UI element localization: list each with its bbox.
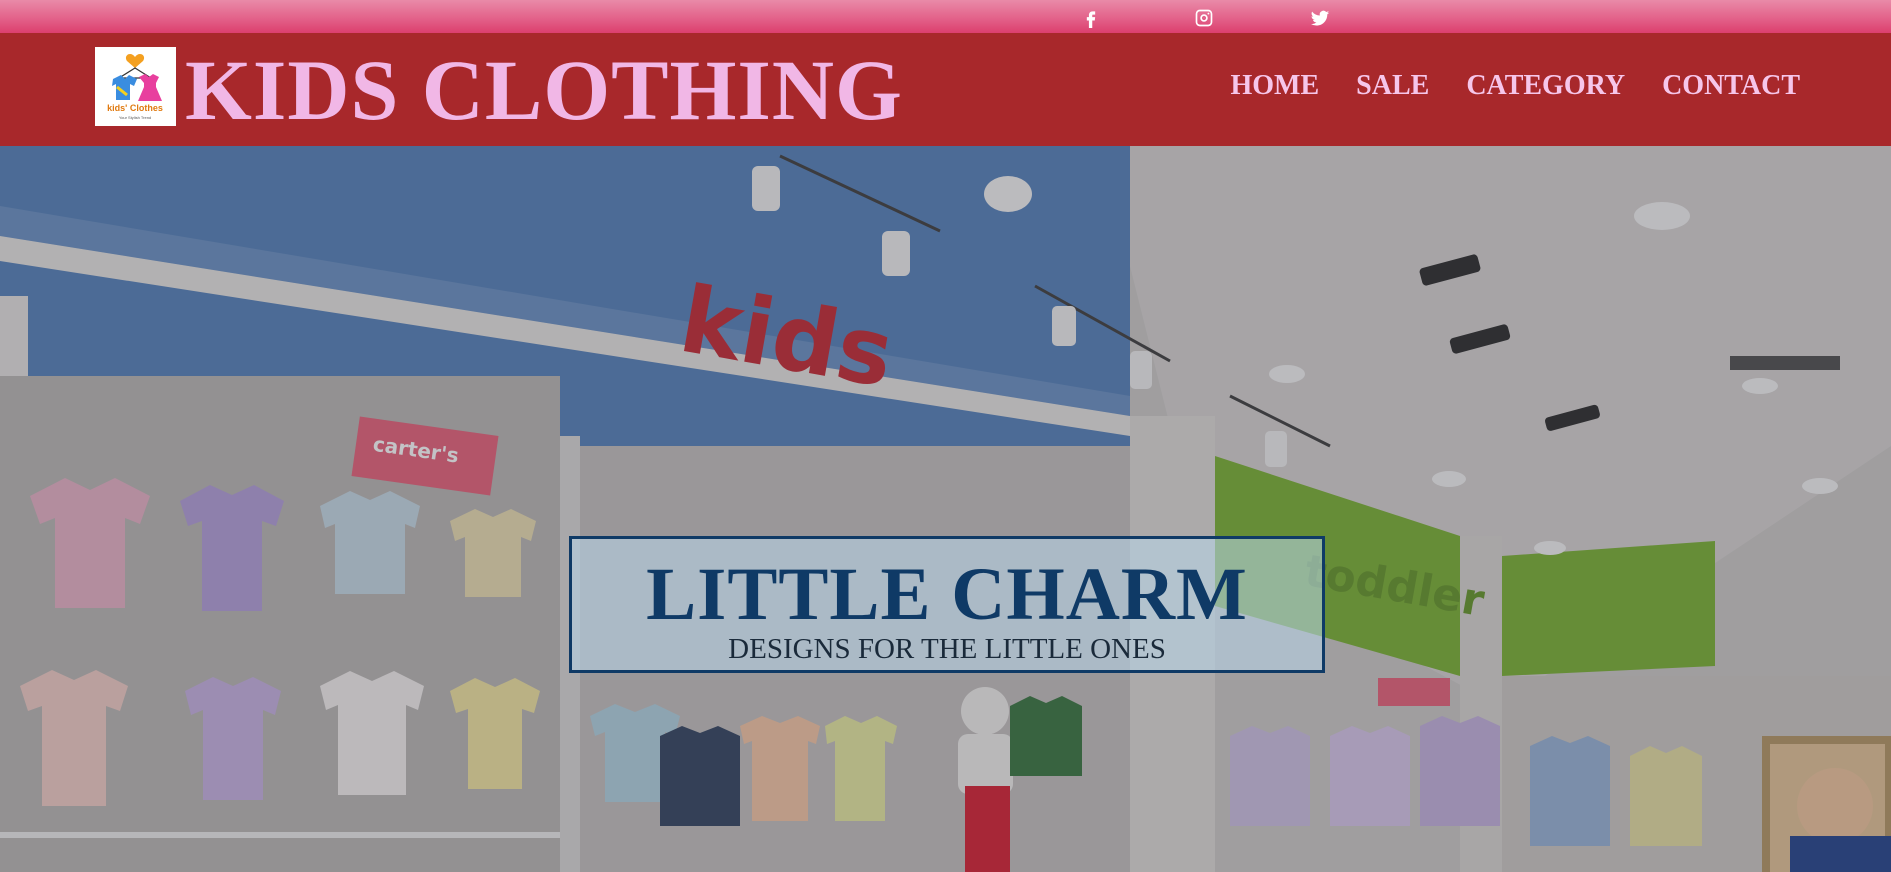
logo-graphic: kids' Clothes Your Stylish Trend	[107, 54, 163, 120]
main-nav: HOME SALE CATEGORY CONTACT	[1231, 70, 1801, 102]
facebook-icon[interactable]	[1079, 6, 1103, 30]
instagram-icon[interactable]	[1192, 6, 1216, 30]
hero-headline: LITTLE CHARM	[646, 553, 1248, 636]
site-logo[interactable]: kids' Clothes Your Stylish Trend	[95, 47, 176, 126]
twitter-icon[interactable]	[1308, 6, 1332, 30]
site-header: kids' Clothes Your Stylish Trend KIDS CL…	[0, 33, 1891, 146]
hero-dim-overlay	[0, 146, 1891, 872]
hero-banner: kids toddler carter's LITTLE CHARM DESIG…	[0, 146, 1891, 872]
logo-tagline: Your Stylish Trend	[119, 115, 151, 120]
hero-subheadline: DESIGNS FOR THE LITTLE ONES	[728, 633, 1166, 665]
site-title[interactable]: KIDS CLOTHING	[185, 35, 903, 145]
nav-contact[interactable]: CONTACT	[1662, 70, 1800, 102]
nav-sale[interactable]: SALE	[1356, 70, 1429, 102]
hero-headline-box: LITTLE CHARM DESIGNS FOR THE LITTLE ONES	[569, 536, 1325, 673]
logo-brand-text: kids' Clothes	[107, 103, 163, 113]
nav-category[interactable]: CATEGORY	[1466, 70, 1625, 102]
nav-home[interactable]: HOME	[1231, 70, 1320, 102]
social-bar	[0, 0, 1891, 33]
